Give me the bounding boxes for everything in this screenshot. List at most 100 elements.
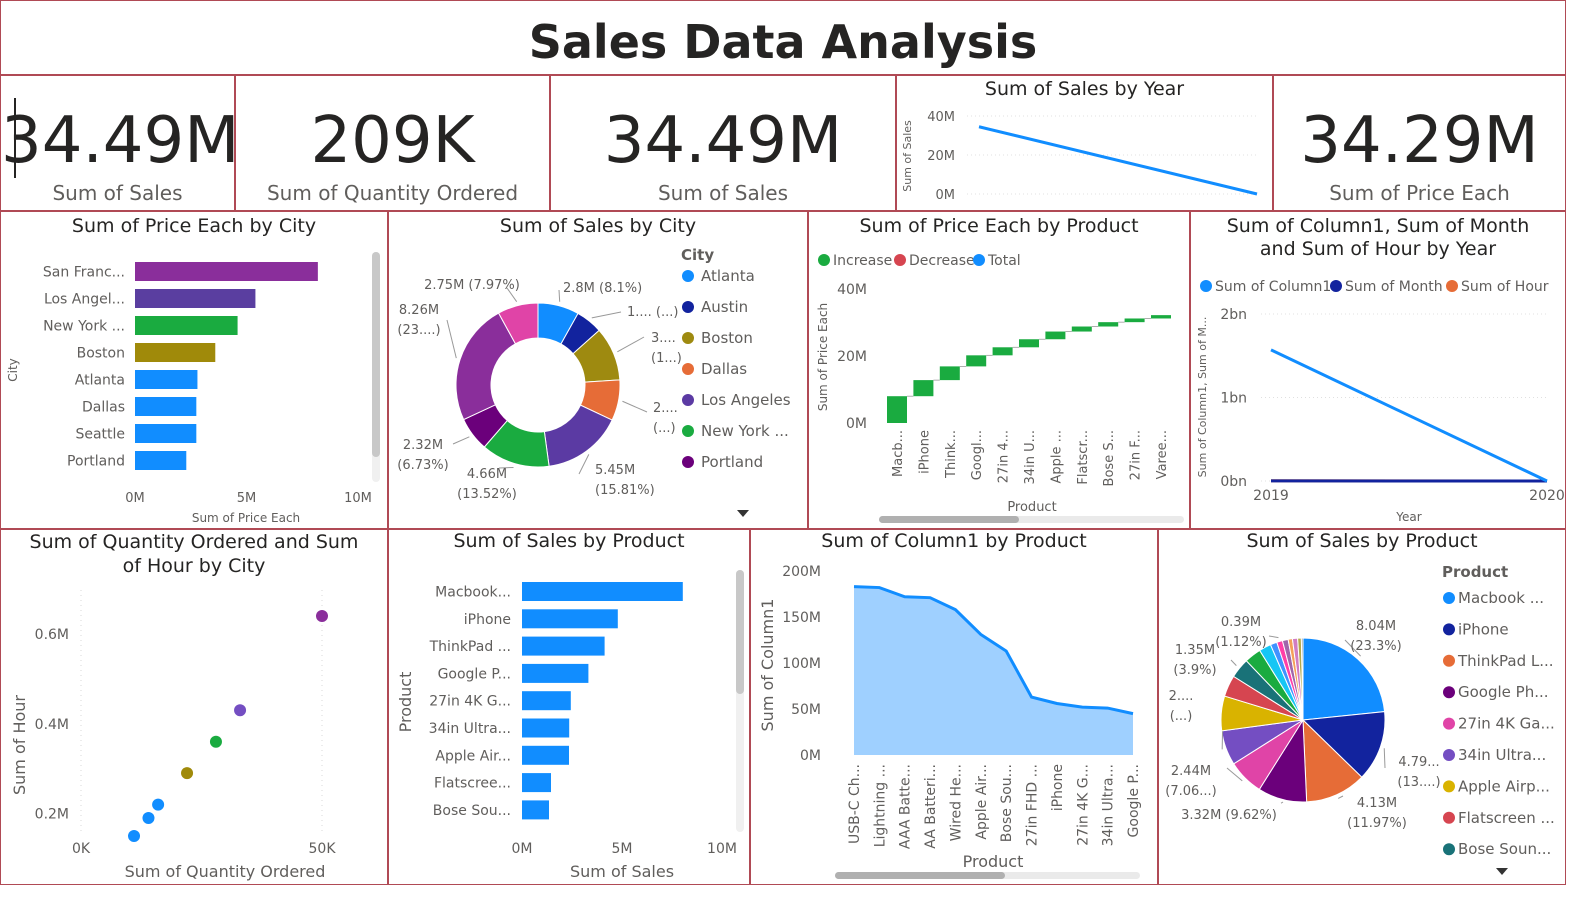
data-label-part: 5.45M — [595, 463, 635, 478]
kpi-value: 34.29M — [1300, 104, 1539, 178]
scrollbar[interactable] — [372, 252, 380, 482]
category-label: San Franc... — [43, 265, 125, 281]
page-title: Sales Data Analysis — [528, 15, 1038, 69]
y-tick-label: 50M — [791, 702, 821, 718]
horizontal-scrollbar[interactable] — [879, 516, 1184, 523]
legend-marker — [1443, 843, 1455, 856]
legend-marker — [973, 254, 985, 266]
y-tick-label: 0.2M — [35, 807, 69, 823]
waterfall-bar — [992, 347, 1013, 356]
y-tick-label: 0.6M — [35, 627, 69, 643]
leader-line — [1280, 801, 1284, 804]
data-label-part: 2.8M (8.1%) — [563, 281, 642, 296]
leader-line — [1337, 795, 1344, 799]
bar — [135, 289, 256, 308]
y-tick-label: 100M — [782, 656, 821, 672]
y-tick-label: 0M — [846, 416, 867, 432]
chart-col1-month-hour-by-year[interactable]: Sum of Column1, Sum of Month and Sum of … — [1190, 211, 1566, 529]
legend-item: Los Angeles — [701, 391, 791, 409]
series-line — [1270, 348, 1548, 483]
y-axis-label: Product — [396, 672, 415, 733]
legend-marker — [682, 270, 694, 282]
y-tick-label: 1bn — [1220, 391, 1247, 407]
bar — [135, 343, 216, 362]
legend-item: Sum of Month — [1345, 279, 1443, 295]
legend-scroll-down-icon[interactable] — [1496, 868, 1508, 875]
category-label: Flatscree... — [434, 776, 511, 792]
chart-col1-by-product[interactable]: Sum of Column1 by Product Sum of Column1… — [750, 529, 1158, 885]
legend-item: 34in Ultra... — [1458, 746, 1546, 764]
legend-item: ThinkPad L... — [1457, 652, 1554, 670]
legend-marker — [894, 254, 906, 266]
legend-item: Bose Soun... — [1458, 840, 1551, 858]
data-label-part: 2.... — [1169, 689, 1194, 704]
chart-sales-by-city[interactable]: Sum of Sales by City 2.8M (8.1%) 1.... (.… — [388, 211, 808, 529]
legend-item: Sum of Hour — [1461, 279, 1549, 295]
data-label-part: 2.32M — [403, 438, 443, 453]
horizontal-scrollbar[interactable] — [835, 872, 1140, 879]
chart-sales-by-product-bar[interactable]: Sum of Sales by Product Product Macbook..… — [388, 529, 750, 885]
scatter-point — [234, 704, 247, 717]
leader-line — [558, 289, 561, 302]
data-label-part: (1.12%) — [1215, 635, 1266, 650]
x-tick-label: 2019 — [1253, 488, 1289, 504]
x-tick-label: iPhone — [917, 430, 932, 474]
data-label-part: 2.44M — [1171, 764, 1211, 779]
x-tick-label: Google P... — [1126, 764, 1142, 837]
legend-item: Google Ph... — [1458, 683, 1549, 701]
leader-line — [1383, 748, 1386, 769]
bar — [522, 663, 589, 683]
legend-marker — [682, 456, 694, 468]
kpi-label: Sum of Price Each — [1329, 181, 1510, 205]
legend-marker — [1443, 717, 1455, 730]
waterfall-bar — [887, 396, 907, 423]
y-tick-label: 200M — [782, 564, 821, 580]
x-tick-label: 27in F... — [1129, 430, 1144, 480]
y-tick-label: 0bn — [1220, 474, 1247, 490]
y-tick-label: 40M — [837, 282, 867, 298]
category-label: Google P... — [438, 666, 511, 682]
kpi-label: Sum of Sales — [52, 181, 183, 205]
legend-marker — [682, 394, 694, 406]
x-tick-label: AAA Batte... — [898, 764, 914, 849]
waterfall-bar — [1098, 322, 1119, 327]
kpi-value: 34.49M — [1, 104, 235, 178]
y-tick-label: 150M — [782, 610, 821, 626]
y-axis-label: Sum of Price Each — [816, 303, 830, 411]
kpi-value: 209K — [310, 104, 475, 178]
category-label: Atlanta — [75, 373, 125, 389]
chart-price-by-product[interactable]: Sum of Price Each by Product Increase Dec… — [808, 211, 1190, 529]
data-label-part: (6.73%) — [397, 458, 448, 473]
x-tick-label: Wired He... — [948, 764, 964, 841]
y-tick-label: 40M — [927, 110, 955, 125]
scatter-point — [152, 798, 165, 811]
chart-qty-hour-by-city[interactable]: Sum of Quantity Ordered and Sum of Hour … — [0, 529, 388, 885]
data-label-part: 2.... — [653, 401, 678, 416]
x-axis-label: Year — [1395, 510, 1421, 524]
chart-sales-by-product-pie[interactable]: Sum of Sales by Product 8.04M (23.3%) 4.79… — [1158, 529, 1566, 885]
y-axis-label: Sum of Sales — [901, 120, 914, 192]
x-tick-label: Lightning ... — [872, 764, 888, 847]
x-tick-label: USB-C Ch... — [847, 764, 863, 844]
leader-line — [622, 400, 648, 413]
kpi-card-price: 34.29M Sum of Price Each — [1273, 75, 1566, 211]
legend-item: 27in 4K Ga... — [1458, 715, 1555, 733]
x-axis-label: Product — [963, 852, 1024, 871]
kpi-card-sales-1: 34.49M Sum of Sales — [0, 75, 235, 211]
chart-price-by-city[interactable]: Sum of Price Each by City City San Franc.… — [0, 211, 388, 529]
category-label: Dallas — [82, 400, 125, 416]
bar — [522, 800, 549, 820]
leader-line — [578, 454, 590, 475]
kpi-value: 34.49M — [603, 104, 843, 178]
data-label-part: 1.... (...) — [627, 305, 678, 320]
legend-marker — [1330, 280, 1342, 292]
category-label: Apple Air... — [435, 748, 511, 764]
legend-scroll-down-icon[interactable] — [737, 510, 749, 517]
scrollbar[interactable] — [736, 570, 744, 832]
data-label-part: (23....) — [397, 323, 440, 338]
chart-sales-by-year[interactable]: Sum of Sales by Year Sum of Sales 40M 20M 0… — [896, 75, 1273, 211]
qty-hour-svg: Sum of Hour 0.6M 0.4M 0.2M 0K 50K Sum of Quant… — [10, 590, 336, 881]
legend-marker — [1446, 280, 1458, 292]
scatter-point — [128, 830, 141, 842]
waterfall-bar — [913, 380, 934, 397]
